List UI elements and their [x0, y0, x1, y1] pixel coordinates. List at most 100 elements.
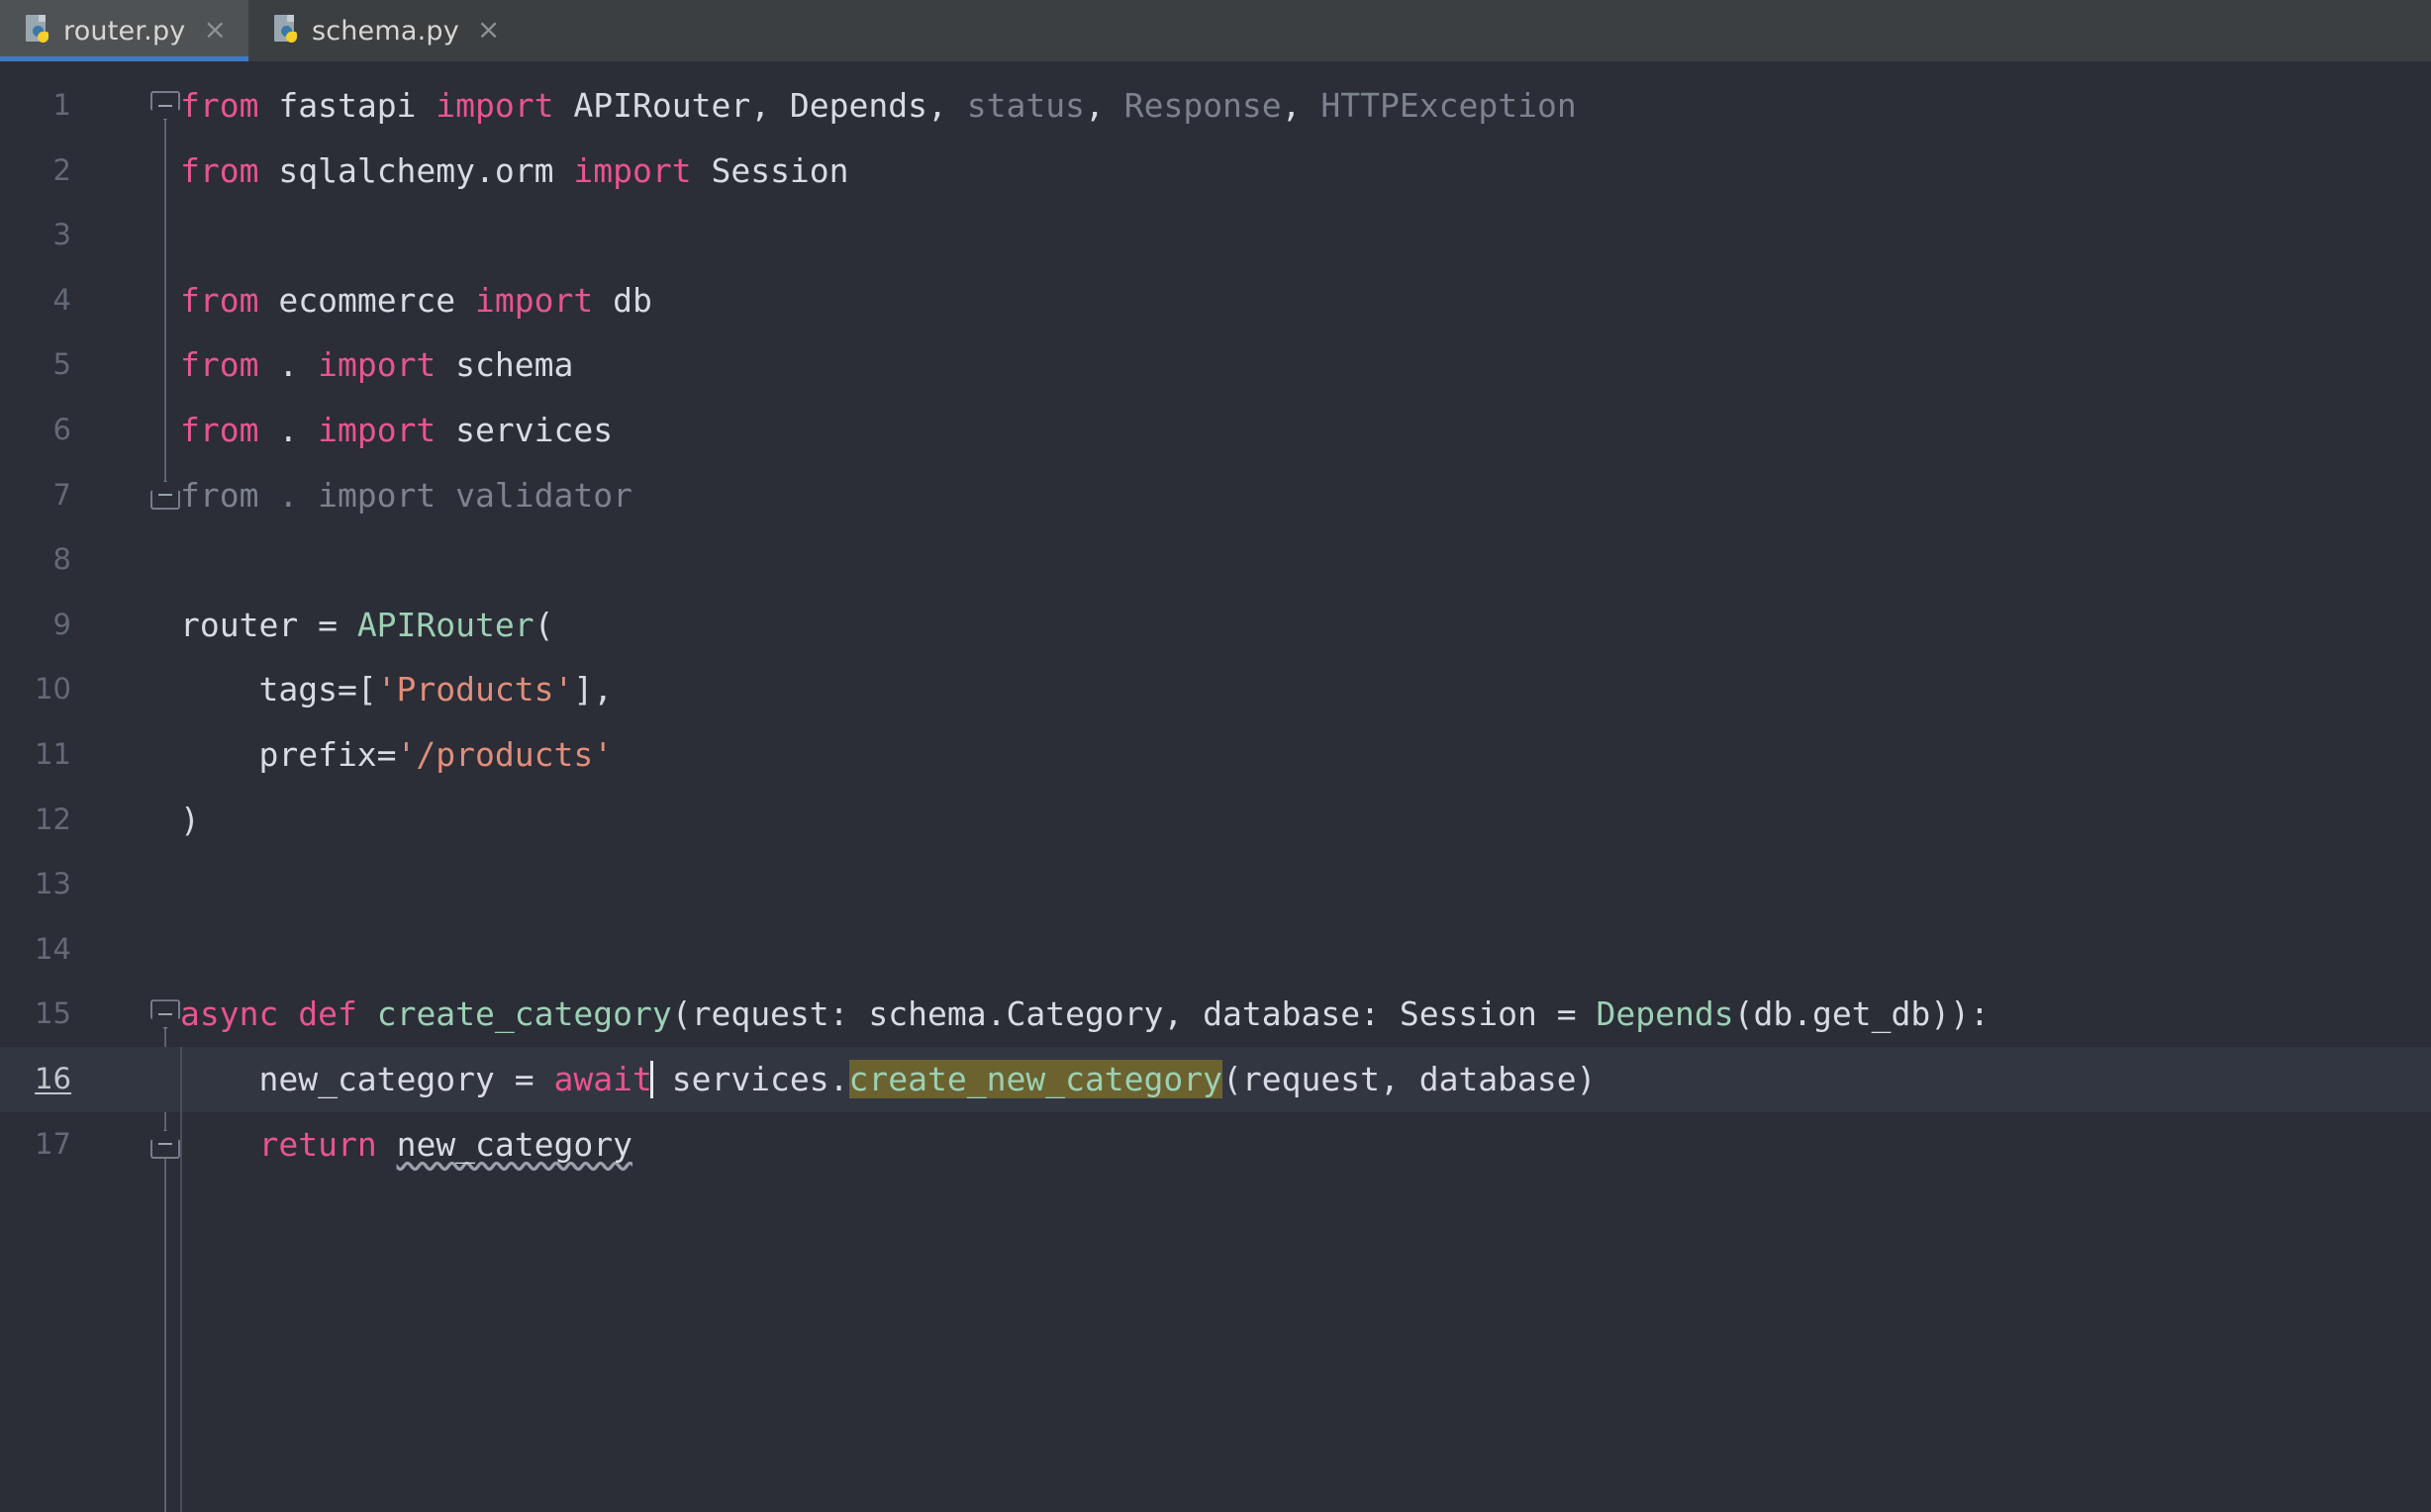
code-line[interactable]: 12): [0, 788, 2431, 853]
code-token: APIRouter, Depends,: [553, 86, 967, 125]
code-text-area[interactable]: 1 from fastapi import APIRouter, Depends,…: [0, 61, 2431, 1512]
code-line[interactable]: 5 from . import schema: [0, 332, 2431, 398]
code-token: Response: [1123, 86, 1282, 125]
line-number: 8: [52, 542, 71, 577]
code-line-text[interactable]: router = APIRouter(: [180, 593, 554, 658]
code-line-text[interactable]: new_category = await services.create_new…: [180, 1047, 1597, 1112]
tab-label: schema.py: [311, 15, 459, 47]
code-token: (: [534, 605, 554, 644]
code-token: from: [180, 411, 259, 449]
python-file-icon: [273, 15, 300, 47]
tab-label: router.py: [63, 15, 186, 47]
code-token: from . import validator: [180, 475, 632, 515]
line-number: 12: [35, 802, 71, 836]
line-number: 3: [52, 218, 71, 252]
code-token: import: [475, 280, 594, 320]
line-number: 14: [35, 931, 71, 966]
line-number: 17: [35, 1126, 71, 1161]
code-line[interactable]: 6 from . import services: [0, 398, 2431, 463]
code-line[interactable]: 2 from sqlalchemy.orm import Session: [0, 139, 2431, 204]
code-token: .: [258, 411, 319, 449]
code-token: (request, database): [1222, 1060, 1597, 1098]
code-token: import: [573, 150, 692, 190]
code-line[interactable]: 14: [0, 917, 2431, 983]
line-number: 15: [35, 996, 71, 1031]
close-icon[interactable]: ×: [477, 15, 500, 47]
code-line[interactable]: 11 prefix='/products': [0, 722, 2431, 788]
code-line-text[interactable]: ): [180, 788, 200, 853]
code-token: prefix=: [180, 735, 397, 774]
code-line-text[interactable]: from . import validator: [180, 463, 632, 528]
code-token: 'Products': [376, 670, 574, 709]
code-token: APIRouter: [356, 605, 535, 644]
code-token: schema: [436, 345, 574, 385]
code-token: ,: [1084, 86, 1124, 125]
code-token: (request: schema.Category, database: Ses…: [671, 994, 1597, 1034]
code-line[interactable]: 7 from . import validator: [0, 463, 2431, 528]
line-number: 6: [52, 413, 71, 446]
code-token: services.: [651, 1060, 849, 1098]
code-line[interactable]: 9 router = APIRouter(: [0, 593, 2431, 658]
code-line[interactable]: 10 tags=['Products'],: [0, 657, 2431, 722]
code-token: (db.get_db)):: [1733, 994, 1990, 1034]
code-token: from: [180, 86, 259, 125]
code-token: from: [180, 280, 259, 320]
code-token: ],: [573, 670, 614, 709]
close-icon[interactable]: ×: [203, 15, 226, 47]
line-number: 7: [52, 477, 71, 512]
code-token: '/products': [396, 735, 614, 774]
code-line-text[interactable]: from ecommerce import db: [180, 268, 652, 333]
tab-router-py[interactable]: router.py ×: [0, 0, 248, 61]
code-token: import: [436, 86, 554, 125]
code-token: status: [966, 86, 1085, 125]
warning-underlined-symbol: new_category: [396, 1124, 632, 1164]
code-token: sqlalchemy.orm: [258, 150, 574, 190]
code-line[interactable]: 1 from fastapi import APIRouter, Depends,…: [0, 73, 2431, 139]
code-line-text[interactable]: from . import schema: [180, 332, 573, 398]
code-token: from: [180, 150, 259, 190]
code-token: ): [180, 800, 200, 839]
code-line[interactable]: 16 new_category = await services.create_…: [0, 1047, 2431, 1112]
code-line-text[interactable]: return new_category: [180, 1112, 632, 1178]
code-token: router =: [180, 605, 357, 644]
code-line[interactable]: 8: [0, 527, 2431, 593]
line-number: 10: [35, 672, 71, 707]
code-line[interactable]: 3: [0, 203, 2431, 268]
code-token: ,: [1281, 86, 1321, 125]
code-token: import: [318, 345, 437, 385]
code-token: create_category: [376, 994, 672, 1034]
code-line[interactable]: 15 async def create_category(request: sch…: [0, 982, 2431, 1047]
code-editor[interactable]: 1 from fastapi import APIRouter, Depends,…: [0, 61, 2431, 1512]
line-number: 2: [52, 152, 71, 187]
code-line-text[interactable]: from fastapi import APIRouter, Depends, …: [180, 73, 1577, 139]
indent-guide: [180, 1047, 182, 1512]
code-token: ecommerce: [258, 280, 476, 320]
code-token: tags=[: [180, 670, 377, 709]
code-line[interactable]: 4 from ecommerce import db: [0, 268, 2431, 333]
code-line[interactable]: 13: [0, 852, 2431, 917]
line-number: 1: [52, 88, 71, 122]
code-token: def: [298, 994, 357, 1034]
code-line-text[interactable]: prefix='/products': [180, 722, 613, 788]
line-number: 16: [35, 1062, 71, 1095]
code-line-text[interactable]: from . import services: [180, 398, 613, 463]
code-line[interactable]: 17 return new_category: [0, 1112, 2431, 1178]
code-token: Session: [691, 150, 849, 190]
code-token: HTTPException: [1320, 86, 1577, 125]
code-token: new_category =: [180, 1060, 554, 1098]
highlighted-symbol: create_new_category: [848, 1060, 1223, 1098]
code-token: await: [553, 1060, 652, 1098]
python-file-icon: [26, 15, 51, 47]
code-token: import: [318, 411, 437, 449]
code-line-text[interactable]: async def create_category(request: schem…: [180, 982, 1990, 1047]
code-line-text[interactable]: tags=['Products'],: [180, 657, 613, 722]
tab-schema-py[interactable]: schema.py ×: [248, 0, 522, 61]
code-token: services: [436, 411, 614, 449]
line-number: 5: [52, 347, 71, 382]
code-token: from: [180, 345, 259, 385]
code-token: return: [258, 1124, 377, 1164]
code-line-text[interactable]: from sqlalchemy.orm import Session: [180, 139, 849, 204]
